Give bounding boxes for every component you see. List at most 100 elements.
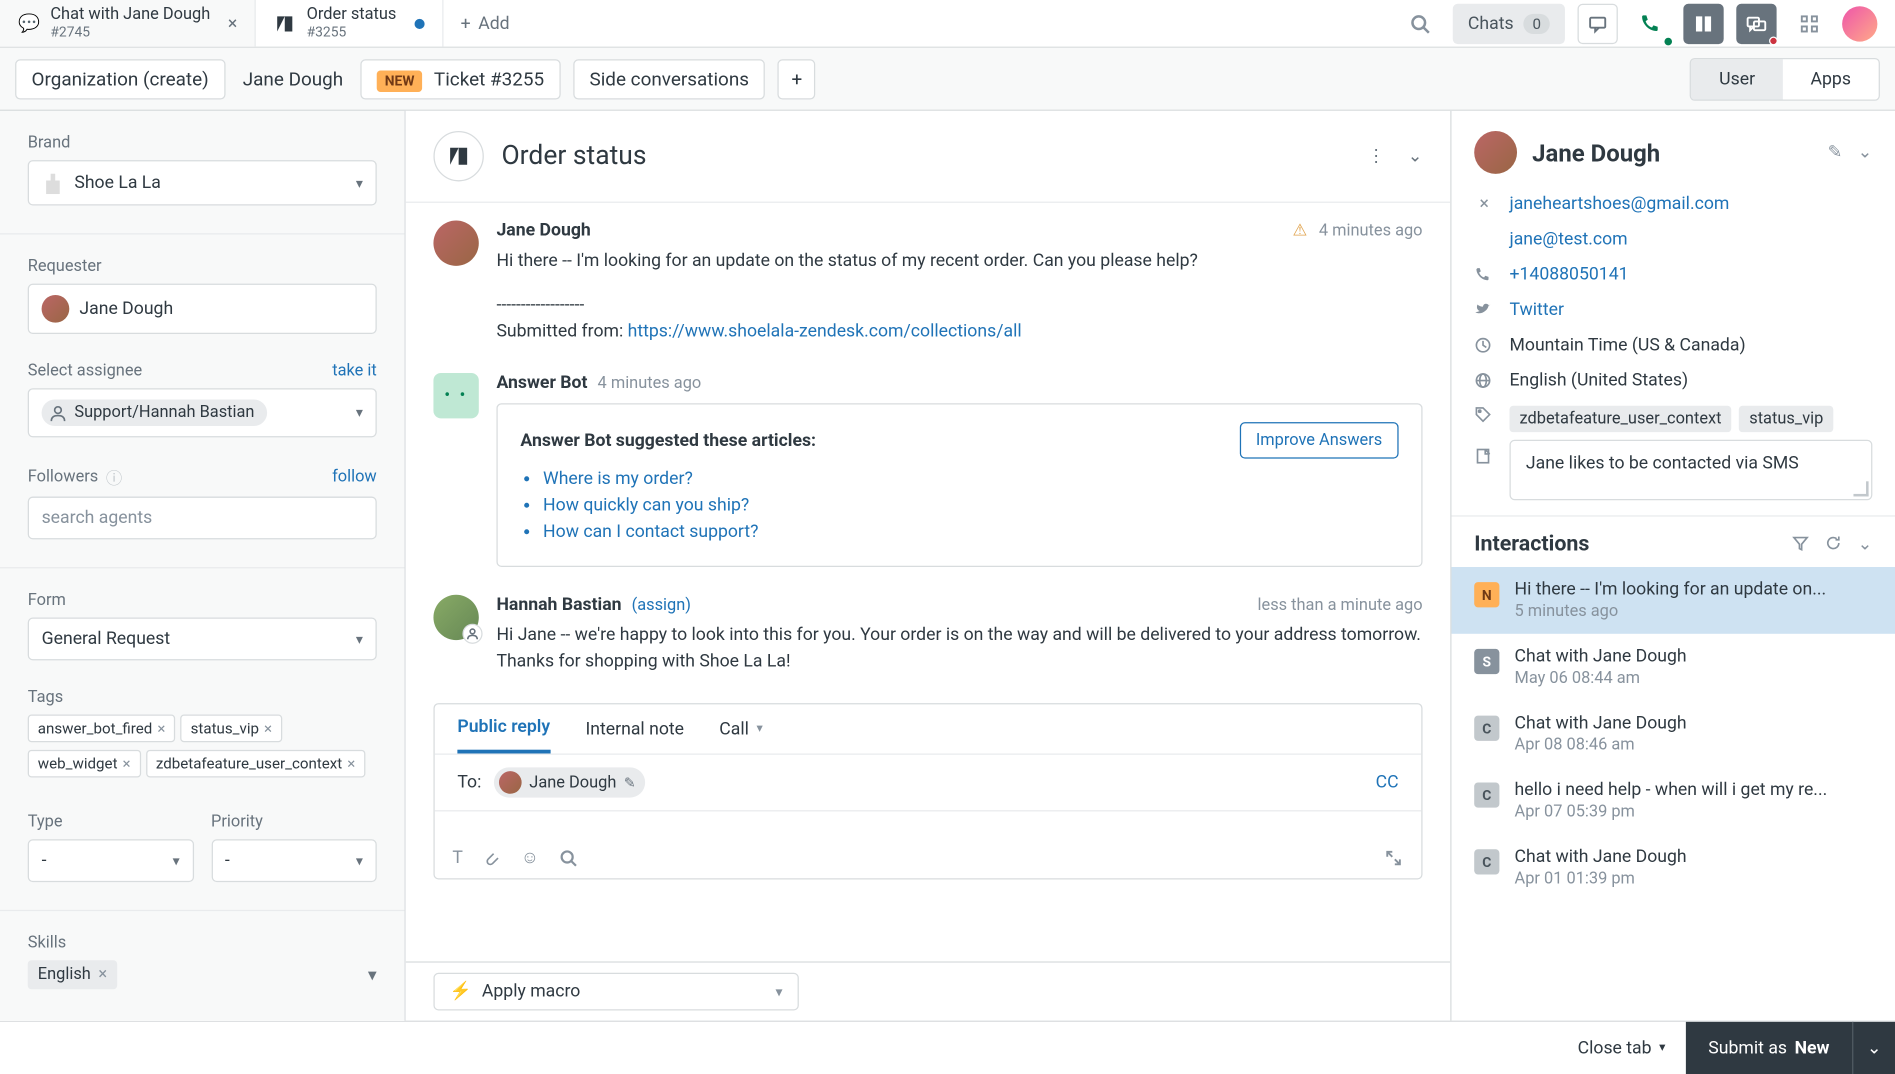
brand-select[interactable]: Shoe La La ▾ (28, 160, 377, 205)
chats-button[interactable]: Chats 0 (1453, 3, 1565, 43)
collapse-icon[interactable]: ⌄ (1408, 146, 1423, 166)
search-icon[interactable] (1400, 3, 1440, 43)
agent-badge-icon (462, 624, 482, 644)
tags-container[interactable]: answer_bot_fired ×status_vip × web_widget… (28, 714, 377, 785)
text-format-icon[interactable]: T (452, 847, 463, 867)
customer-phone[interactable]: +14088050141 (1509, 265, 1628, 285)
customer-email[interactable]: janeheartshoes@gmail.com (1509, 194, 1729, 214)
filter-icon[interactable] (1792, 534, 1810, 554)
tag-chip[interactable]: status_vip × (181, 714, 283, 742)
add-tab-label: Add (478, 13, 509, 33)
avatar (1474, 131, 1517, 174)
assignee-select[interactable]: Support/Hannah Bastian ▾ (28, 388, 377, 437)
remove-icon[interactable]: × (157, 719, 165, 737)
message-time: less than a minute ago (1258, 595, 1423, 614)
tab-ticket[interactable]: Order status #3255 (256, 0, 443, 47)
add-side-conversation-button[interactable]: + (778, 59, 816, 99)
follow-link[interactable]: follow (332, 467, 377, 486)
pencil-icon[interactable]: ✎ (1828, 142, 1843, 162)
toggle-user[interactable]: User (1691, 59, 1782, 99)
avatar (433, 595, 478, 640)
ticket-icon (274, 12, 297, 35)
status-badge: C (1474, 782, 1499, 807)
reply-tab-call[interactable]: Call ▾ (719, 717, 763, 754)
submitted-link[interactable]: https://www.shoelala-zendesk.com/collect… (628, 321, 1022, 341)
customer-timezone: Mountain Time (US & Canada) (1509, 335, 1745, 355)
interaction-item[interactable]: NHi there -- I'm looking for an update o… (1452, 567, 1895, 634)
close-tab-button[interactable]: Close tab ▾ (1557, 1038, 1685, 1058)
suggested-article-link[interactable]: How quickly can you ship? (543, 495, 1399, 515)
tag-chip[interactable]: answer_bot_fired × (28, 714, 176, 742)
customer-note[interactable]: Jane likes to be contacted via SMS (1509, 440, 1872, 500)
search-icon[interactable] (559, 849, 577, 867)
to-chip[interactable]: Jane Dough ✎ (494, 767, 646, 797)
reply-tab-public[interactable]: Public reply (457, 717, 550, 754)
chevron-down-icon[interactable]: ⌄ (1858, 142, 1873, 162)
customer-email[interactable]: jane@test.com (1509, 229, 1627, 249)
skills-label: Skills (28, 934, 377, 953)
chevron-down-icon[interactable]: ▾ (368, 965, 377, 985)
interaction-item[interactable]: CChat with Jane DoughApr 01 01:39 pm (1452, 834, 1895, 901)
tag-chip[interactable]: web_widget × (28, 750, 141, 778)
tag-chip[interactable]: zdbetafeature_user_context × (146, 750, 366, 778)
toggle-apps[interactable]: Apps (1783, 59, 1879, 99)
more-icon[interactable]: ⋮ (1367, 146, 1385, 166)
crumb-ticket[interactable]: NEW Ticket #3255 (361, 59, 561, 99)
submit-status-dropdown[interactable]: ⌄ (1852, 1021, 1895, 1074)
tab-chat[interactable]: 💬 Chat with Jane Dough #2745 × (0, 0, 256, 47)
add-tab-button[interactable]: + Add (443, 13, 527, 33)
emoji-icon[interactable]: ☺ (521, 847, 539, 868)
crumb-org[interactable]: Organization (create) (15, 59, 225, 99)
phone-icon[interactable] (1630, 3, 1670, 43)
interaction-item[interactable]: CChat with Jane DoughApr 08 08:46 am (1452, 701, 1895, 768)
assign-link[interactable]: (assign) (632, 595, 691, 614)
refresh-icon[interactable] (1825, 534, 1843, 554)
reply-textarea[interactable] (435, 811, 1422, 836)
layout-icon[interactable] (1683, 3, 1723, 43)
customer-twitter[interactable]: Twitter (1509, 300, 1563, 320)
conversations-icon[interactable] (1578, 3, 1618, 43)
tag-icon (1474, 406, 1494, 424)
type-select[interactable]: - ▾ (28, 839, 194, 882)
form-select[interactable]: General Request ▾ (28, 617, 377, 660)
expand-icon[interactable] (1383, 847, 1403, 867)
clock-icon (1474, 336, 1494, 354)
breadcrumb-bar: Organization (create) Jane Dough NEW Tic… (0, 48, 1895, 111)
reply-tab-internal[interactable]: Internal note (585, 717, 684, 754)
chevron-down-icon: ▾ (757, 722, 763, 736)
chevron-down-icon[interactable]: ⌄ (1858, 534, 1873, 554)
priority-select[interactable]: - ▾ (211, 839, 377, 882)
bot-card-title: Answer Bot suggested these articles: (520, 430, 816, 450)
chat-status-icon[interactable] (1736, 3, 1776, 43)
remove-icon[interactable]: × (123, 755, 131, 773)
suggested-article-link[interactable]: Where is my order? (543, 469, 1399, 489)
skill-chip[interactable]: English × (28, 960, 117, 989)
close-icon[interactable]: × (1474, 194, 1494, 214)
ticket-title: Order status (501, 141, 646, 171)
chats-label: Chats (1468, 13, 1514, 33)
close-icon[interactable]: × (228, 13, 237, 33)
remove-icon[interactable]: × (98, 965, 107, 984)
apps-grid-icon[interactable] (1789, 3, 1829, 43)
cc-button[interactable]: CC (1376, 772, 1399, 792)
pencil-icon[interactable]: ✎ (624, 774, 636, 790)
take-it-link[interactable]: take it (332, 362, 377, 381)
remove-icon[interactable]: × (264, 719, 272, 737)
profile-avatar[interactable] (1842, 6, 1877, 41)
crumb-side-conversations[interactable]: Side conversations (573, 59, 765, 99)
tab-sub: #2745 (50, 25, 210, 40)
requester-select[interactable]: Jane Dough (28, 284, 377, 334)
info-icon: ⓘ (106, 465, 122, 489)
submit-button[interactable]: Submit as New (1686, 1021, 1853, 1074)
interaction-item[interactable]: SChat with Jane DoughMay 06 08:44 am (1452, 634, 1895, 701)
to-value: Jane Dough (529, 773, 616, 792)
improve-answers-button[interactable]: Improve Answers (1239, 422, 1398, 459)
suggested-article-link[interactable]: How can I contact support? (543, 522, 1399, 542)
interaction-item[interactable]: Chello i need help - when will i get my … (1452, 767, 1895, 834)
remove-icon[interactable]: × (347, 755, 355, 773)
apply-macro-select[interactable]: ⚡ Apply macro ▾ (433, 973, 798, 1011)
crumb-user[interactable]: Jane Dough (238, 60, 349, 98)
attachment-icon[interactable] (483, 849, 501, 867)
customer-tag: zdbetafeature_user_context (1509, 406, 1731, 432)
followers-input[interactable]: search agents (28, 496, 377, 539)
